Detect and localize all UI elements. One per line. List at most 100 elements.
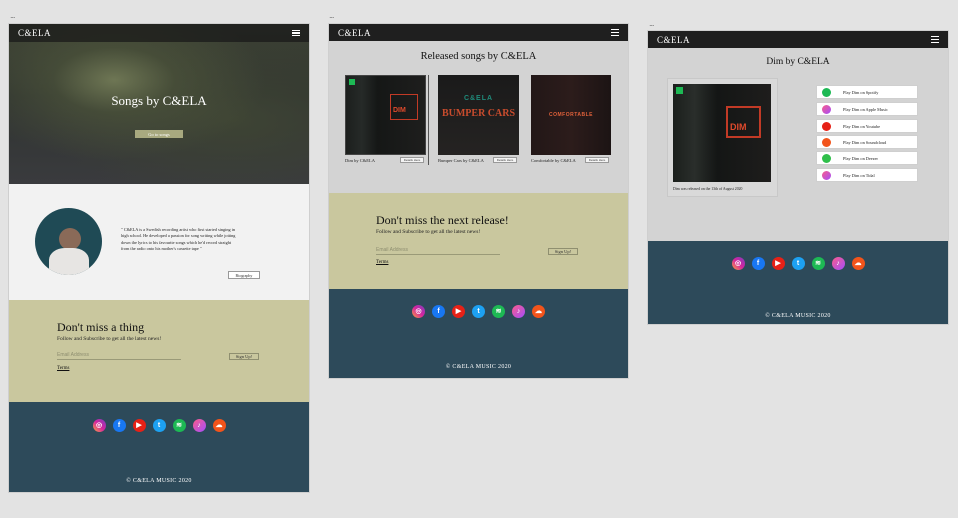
youtube-icon[interactable]: ▶ — [452, 305, 465, 318]
youtube-icon[interactable]: ▶ — [771, 257, 785, 270]
hamburger-menu-icon[interactable] — [611, 29, 619, 36]
youtube-icon[interactable]: ▶ — [132, 419, 146, 432]
release-note: Dim was released on the 13th of August 2… — [673, 187, 743, 191]
biography-button[interactable]: Biography — [228, 271, 260, 279]
hero-title: Songs by C&ELA — [111, 93, 207, 108]
deezer-icon — [822, 153, 831, 163]
play-label: Play Dim on Spotify — [843, 89, 879, 95]
song-caption: Dim by C&ELA — [345, 158, 375, 163]
avatar-photo-body — [49, 248, 89, 275]
instagram-icon[interactable]: ◎ — [412, 305, 425, 318]
play-label: Play Dim on Soundcloud — [843, 139, 887, 145]
twitter-icon[interactable]: t — [472, 305, 485, 318]
newsletter-section — [329, 193, 628, 289]
newsletter-subtitle: Follow and Subscribe to get all the late… — [57, 336, 162, 342]
facebook-icon[interactable]: f — [751, 257, 765, 270]
avatar — [35, 208, 102, 275]
frame-1-handle[interactable]: ... — [10, 11, 15, 20]
nav-bar: C&ELA — [329, 24, 628, 41]
page-title: Released songs by C&ELA — [420, 51, 537, 62]
twitter-icon[interactable]: t — [791, 257, 805, 270]
cover-title: COMFORTABLE — [548, 112, 593, 118]
details-button[interactable]: Details Here — [400, 157, 424, 163]
cover-title: C&ELA — [463, 95, 494, 102]
nav-bar: C&ELA — [648, 31, 948, 48]
songs-page-frame: C&ELA Released songs by C&ELA DIM Dim by… — [329, 24, 628, 378]
play-soundcloud-button[interactable]: Play Dim on Soundcloud — [816, 135, 918, 149]
social-icons-row: ◎ f ▶ t ≋ ♪ ☁ — [648, 257, 948, 270]
email-input[interactable]: Email Address — [376, 247, 500, 255]
spotify-icon[interactable]: ≋ — [492, 305, 505, 318]
copyright-text: © C&ELA MUSIC 2020 — [765, 313, 831, 319]
details-button[interactable]: Details Here — [493, 157, 517, 163]
play-youtube-button[interactable]: Play Dim on Youtube — [816, 119, 918, 133]
apple-music-icon[interactable]: ♪ — [192, 419, 206, 432]
spotify-icon[interactable]: ≋ — [172, 419, 186, 432]
play-tidal-button[interactable]: Play Dim on Tidal — [816, 168, 918, 182]
brand-logo[interactable]: C&ELA — [657, 35, 690, 45]
soundcloud-icon[interactable]: ☁ — [212, 419, 226, 432]
spotify-icon — [349, 79, 355, 85]
sign-up-button[interactable]: Sign Up! — [548, 248, 578, 255]
copyright-text: © C&ELA MUSIC 2020 — [445, 364, 512, 370]
spotify-icon[interactable]: ≋ — [811, 257, 825, 270]
bumper-cars-cover-art[interactable]: C&ELA BUMPER CARS — [438, 75, 519, 155]
divider — [428, 75, 429, 165]
brand-logo[interactable]: C&ELA — [338, 28, 371, 38]
play-label: Play Dim on Tidal — [843, 172, 875, 178]
home-page-frame: C&ELA Songs by C&ELA Go to songs " C&ELA… — [9, 24, 309, 492]
avatar-photo — [59, 228, 81, 250]
song-caption: Comfortable by C&ELA — [531, 158, 576, 163]
email-input[interactable]: Email Address — [57, 352, 181, 360]
copyright-text: © C&ELA MUSIC 2020 — [126, 478, 192, 484]
newsletter-title: Don't miss the next release! — [376, 213, 509, 227]
play-label: Play Dim on Deezer — [843, 155, 878, 161]
twitter-icon[interactable]: t — [152, 419, 166, 432]
apple-music-icon[interactable]: ♪ — [831, 257, 845, 270]
terms-link[interactable]: Terms — [57, 366, 69, 371]
play-label: Play Dim on Apple Music — [843, 106, 888, 112]
dim-cover-art[interactable]: DIM — [345, 75, 426, 155]
hamburger-menu-icon[interactable] — [292, 29, 300, 37]
comfortable-cover-art[interactable]: COMFORTABLE — [531, 75, 611, 155]
instagram-icon[interactable]: ◎ — [731, 257, 745, 270]
social-icons-row: ◎ f ▶ t ≋ ♪ ☁ — [329, 305, 628, 318]
newsletter-section — [9, 300, 309, 402]
bio-text: " C&ELA is a Swedish recording artist wh… — [121, 227, 236, 251]
newsletter-subtitle: Follow and Subscribe to get all the late… — [376, 229, 481, 235]
go-to-songs-button[interactable]: Go to songs — [135, 130, 183, 138]
brand-logo[interactable]: C&ELA — [18, 28, 51, 38]
spotify-icon — [676, 87, 683, 94]
newsletter-title: Don't miss a thing — [57, 320, 145, 334]
play-apple-music-button[interactable]: Play Dim on Apple Music — [816, 102, 918, 116]
tidal-icon — [822, 170, 831, 180]
hamburger-menu-icon[interactable] — [931, 36, 939, 43]
youtube-icon — [822, 121, 831, 131]
soundcloud-icon[interactable]: ☁ — [851, 257, 865, 270]
play-label: Play Dim on Youtube — [843, 123, 881, 129]
terms-link[interactable]: Terms — [376, 260, 388, 265]
soundcloud-icon — [822, 137, 831, 147]
cover-subtitle: BUMPER CARS — [441, 108, 516, 119]
social-icons-row: ◎ f ▶ t ≋ ♪ ☁ — [9, 419, 309, 432]
details-button[interactable]: Details Here — [585, 157, 609, 163]
apple-music-icon — [822, 104, 831, 114]
instagram-icon[interactable]: ◎ — [92, 419, 106, 432]
dim-cover-art: DIM — [673, 84, 771, 182]
nav-bar: C&ELA — [9, 24, 309, 42]
song-caption: Bumper Cars by C&ELA — [438, 158, 484, 163]
soundcloud-icon[interactable]: ☁ — [532, 305, 545, 318]
page-title: Dim by C&ELA — [766, 57, 830, 67]
play-spotify-button[interactable]: Play Dim on Spotify — [816, 85, 918, 99]
facebook-icon[interactable]: f — [112, 419, 126, 432]
sign-up-button[interactable]: Sign Up! — [229, 353, 259, 360]
facebook-icon[interactable]: f — [432, 305, 445, 318]
cover-title: DIM — [730, 122, 747, 132]
apple-music-icon[interactable]: ♪ — [512, 305, 525, 318]
frame-3-handle[interactable]: ... — [649, 19, 654, 28]
spotify-icon — [822, 87, 831, 97]
play-deezer-button[interactable]: Play Dim on Deezer — [816, 151, 918, 165]
cover-title: DIM — [393, 107, 406, 114]
frame-2-handle[interactable]: ... — [329, 11, 334, 20]
footer — [648, 241, 948, 324]
